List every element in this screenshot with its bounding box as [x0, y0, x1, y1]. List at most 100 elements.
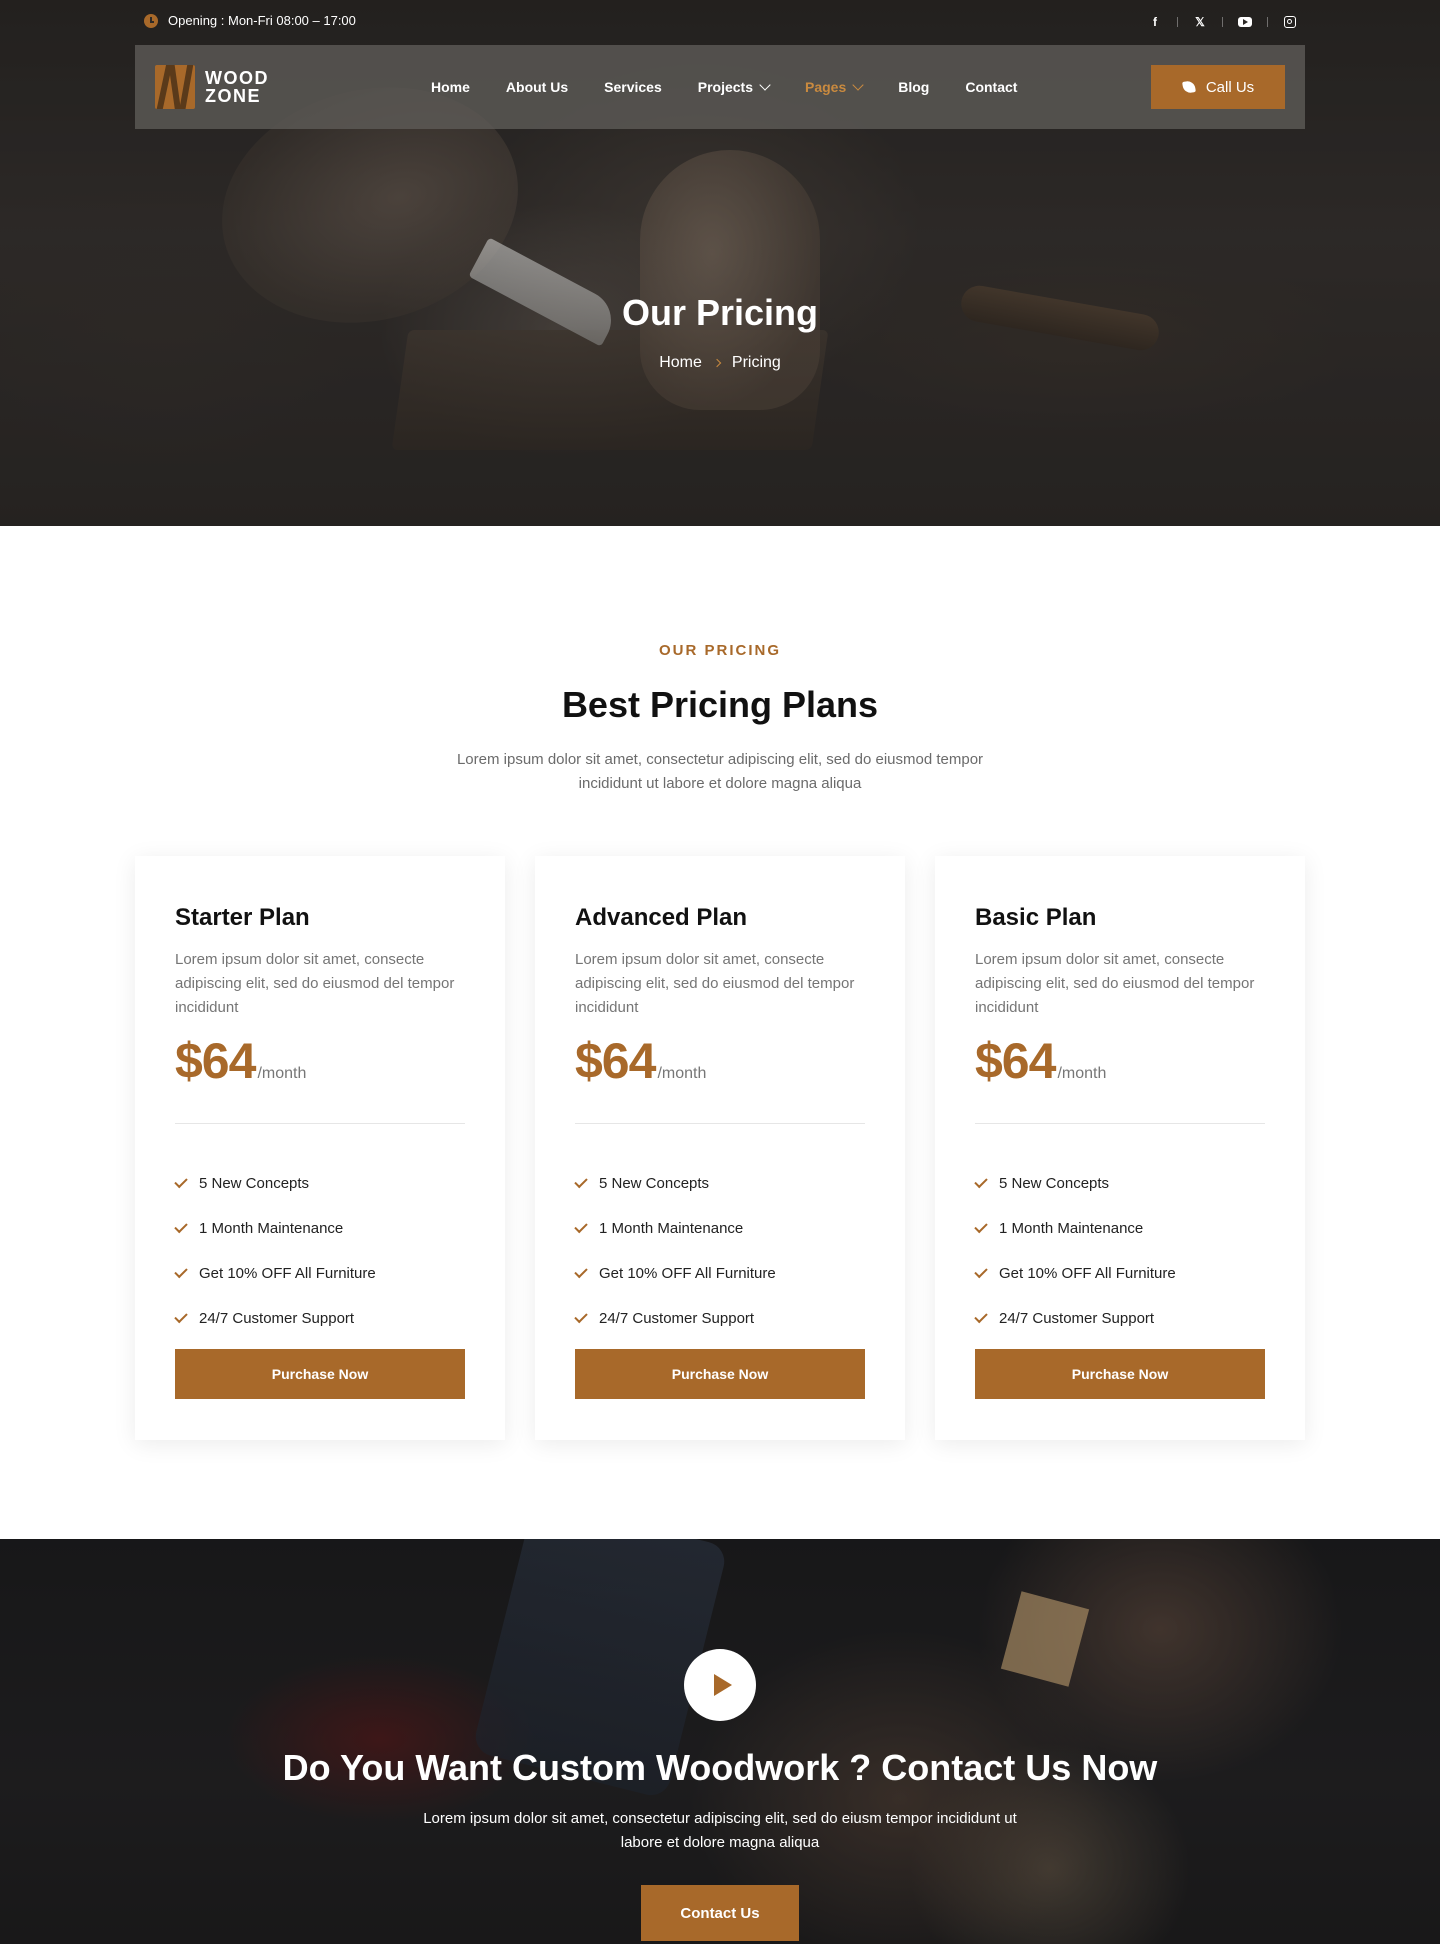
play-icon [713, 1674, 732, 1696]
feature-item: 1 Month Maintenance [574, 1206, 776, 1251]
check-icon [574, 1309, 588, 1324]
cta-description: Lorem ipsum dolor sit amet, consectetur … [423, 1810, 1017, 1851]
feature-item: 1 Month Maintenance [974, 1206, 1176, 1251]
video-play-button[interactable] [684, 1649, 756, 1721]
social-divider [1267, 17, 1268, 27]
clock-icon [144, 13, 158, 28]
chevron-right-icon [712, 358, 722, 368]
nav-item-about-us[interactable]: About Us [506, 79, 568, 95]
section-title: Best Pricing Plans [561, 684, 879, 725]
price-period: /month [1057, 1065, 1107, 1082]
nav-item-blog[interactable]: Blog [898, 79, 929, 95]
opening-hours: Opening : Mon-Fri 08:00 – 17:00 [144, 13, 356, 28]
feature-label: 24/7 Customer Support [199, 1310, 355, 1327]
site-logo[interactable]: WOOD ZONE [155, 65, 269, 109]
feature-label: Get 10% OFF All Furniture [999, 1265, 1176, 1282]
primary-nav: Home About Us Services Projects Pages Bl… [431, 45, 1053, 129]
logo-text: WOOD ZONE [205, 69, 269, 105]
facebook-icon[interactable]: f [1145, 12, 1165, 32]
plan-price: $64 /month [175, 1032, 306, 1090]
nav-label: Contact [965, 79, 1018, 95]
social-divider [1177, 17, 1178, 27]
plan-description: Lorem ipsum dolor sit amet, consecte adi… [175, 951, 455, 1016]
price-amount: $64 [175, 1033, 256, 1089]
breadcrumb-home-link[interactable]: Home [659, 354, 702, 372]
price-amount: $64 [975, 1033, 1056, 1089]
check-icon [174, 1264, 188, 1279]
nav-item-home[interactable]: Home [431, 79, 470, 95]
nav-item-projects[interactable]: Projects [698, 78, 771, 95]
feature-item: 1 Month Maintenance [174, 1206, 376, 1251]
nav-item-pages[interactable]: Pages [805, 78, 864, 95]
contact-us-button[interactable]: Contact Us [641, 1885, 799, 1941]
opening-hours-text: Opening : Mon-Fri 08:00 – 17:00 [168, 13, 356, 28]
pricing-card-starter: Starter Plan Lorem ipsum dolor sit amet,… [135, 856, 505, 1440]
check-icon [974, 1309, 988, 1324]
call-us-button[interactable]: Call Us [1151, 65, 1285, 109]
card-divider [975, 1123, 1265, 1124]
feature-label: Get 10% OFF All Furniture [599, 1265, 776, 1282]
feature-item: 24/7 Customer Support [574, 1296, 776, 1341]
check-icon [574, 1174, 588, 1189]
feature-item: Get 10% OFF All Furniture [574, 1251, 776, 1296]
plan-price: $64 /month [975, 1032, 1106, 1090]
chevron-down-icon [852, 78, 864, 91]
nav-label: About Us [505, 79, 569, 95]
section-eyebrow: OUR PRICING [658, 642, 781, 659]
youtube-icon [1238, 17, 1252, 27]
phone-icon [1182, 80, 1196, 94]
feature-item: 5 New Concepts [974, 1161, 1176, 1206]
feature-label: 5 New Concepts [599, 1175, 710, 1192]
feature-item: 5 New Concepts [174, 1161, 376, 1206]
feature-label: 5 New Concepts [999, 1175, 1110, 1192]
check-icon [174, 1309, 188, 1324]
plan-price: $64 /month [575, 1032, 706, 1090]
feature-label: 1 Month Maintenance [599, 1220, 744, 1237]
chevron-down-icon [759, 78, 771, 91]
cta-wood-piece [1000, 1591, 1090, 1687]
purchase-now-button[interactable]: Purchase Now [175, 1349, 465, 1399]
x-twitter-icon[interactable]: 𝕏 [1190, 12, 1210, 32]
feature-item: 24/7 Customer Support [174, 1296, 376, 1341]
nav-item-contact[interactable]: Contact [965, 79, 1017, 95]
social-divider [1222, 17, 1223, 27]
plan-description: Lorem ipsum dolor sit amet, consecte adi… [975, 951, 1255, 1016]
call-us-label: Call Us [1205, 78, 1255, 96]
check-icon [974, 1219, 988, 1234]
feature-label: 5 New Concepts [199, 1175, 310, 1192]
purchase-now-button[interactable]: Purchase Now [975, 1349, 1265, 1399]
pricing-card-advanced: Advanced Plan Lorem ipsum dolor sit amet… [535, 856, 905, 1440]
instagram-link[interactable] [1280, 12, 1300, 32]
check-icon [174, 1219, 188, 1234]
cta-title: Do You Want Custom Woodwork ? Contact Us… [282, 1747, 1158, 1788]
plan-name: Basic Plan [975, 904, 1097, 931]
feature-label: 24/7 Customer Support [999, 1310, 1155, 1327]
feature-item: Get 10% OFF All Furniture [174, 1251, 376, 1296]
plan-name: Advanced Plan [575, 904, 748, 931]
logo-line-2: ZONE [205, 86, 262, 106]
feature-label: Get 10% OFF All Furniture [199, 1265, 376, 1282]
price-period: /month [657, 1065, 707, 1082]
plan-name: Starter Plan [175, 904, 310, 931]
breadcrumb-current: Pricing [731, 354, 781, 371]
instagram-icon [1284, 16, 1296, 28]
social-links: f 𝕏 [1145, 12, 1300, 32]
section-description: Lorem ipsum dolor sit amet, consectetur … [456, 751, 984, 792]
feature-item: 24/7 Customer Support [974, 1296, 1176, 1341]
nav-label: Services [604, 79, 662, 95]
feature-label: 24/7 Customer Support [599, 1310, 755, 1327]
card-divider [175, 1123, 465, 1124]
check-icon [974, 1174, 988, 1189]
feature-item: Get 10% OFF All Furniture [974, 1251, 1176, 1296]
nav-label: Blog [898, 79, 930, 95]
feature-label: 1 Month Maintenance [999, 1220, 1144, 1237]
feature-item: 5 New Concepts [574, 1161, 776, 1206]
price-amount: $64 [575, 1033, 656, 1089]
youtube-link[interactable] [1235, 12, 1255, 32]
purchase-now-button[interactable]: Purchase Now [575, 1349, 865, 1399]
plan-description: Lorem ipsum dolor sit amet, consecte adi… [575, 951, 855, 1016]
nav-item-services[interactable]: Services [604, 79, 662, 95]
cta-section: Do You Want Custom Woodwork ? Contact Us… [0, 1539, 1440, 1944]
check-icon [574, 1264, 588, 1279]
breadcrumb: Home Pricing [0, 354, 1440, 372]
